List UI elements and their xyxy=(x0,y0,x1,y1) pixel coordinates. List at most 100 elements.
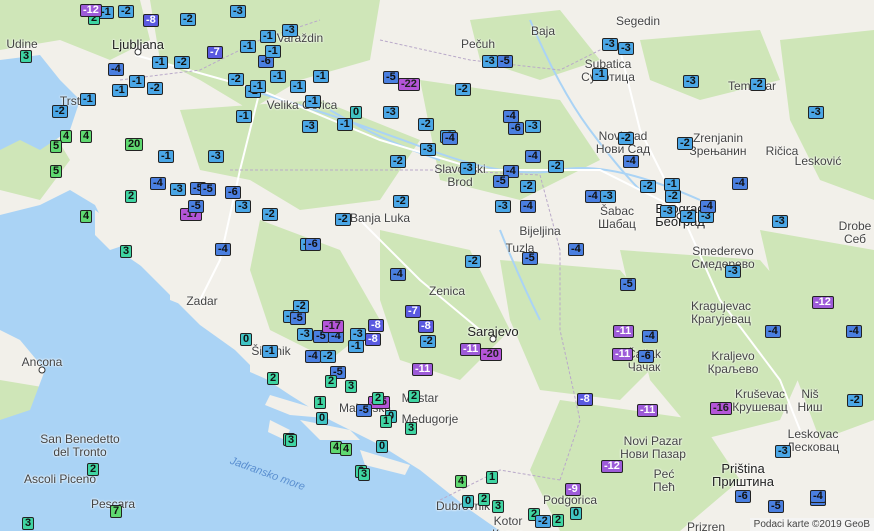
temperature-marker[interactable]: 1 xyxy=(486,471,499,484)
temperature-marker[interactable]: 3 xyxy=(492,500,505,513)
temperature-marker[interactable]: 3 xyxy=(285,434,298,447)
temperature-marker[interactable]: 0 xyxy=(316,412,329,425)
temperature-marker[interactable]: -8 xyxy=(143,14,159,27)
temperature-marker[interactable]: -1 xyxy=(236,110,252,123)
temperature-marker[interactable]: -2 xyxy=(180,13,196,26)
temperature-marker[interactable]: -7 xyxy=(207,46,223,59)
temperature-marker[interactable]: -2 xyxy=(665,190,681,203)
temperature-marker[interactable]: -11 xyxy=(613,325,635,338)
temperature-marker[interactable]: -8 xyxy=(368,319,384,332)
temperature-marker[interactable]: -5 xyxy=(188,200,204,213)
temperature-marker[interactable]: -4 xyxy=(150,177,166,190)
temperature-marker[interactable]: -2 xyxy=(393,195,409,208)
temperature-marker[interactable]: -2 xyxy=(52,105,68,118)
temperature-marker[interactable]: -3 xyxy=(282,24,298,37)
temperature-marker[interactable]: -11 xyxy=(637,404,659,417)
temperature-marker[interactable]: -5 xyxy=(620,278,636,291)
temperature-marker[interactable]: -3 xyxy=(602,38,618,51)
temperature-marker[interactable]: -1 xyxy=(290,80,306,93)
temperature-marker[interactable]: -2 xyxy=(262,208,278,221)
temperature-marker[interactable]: -4 xyxy=(215,243,231,256)
temperature-marker[interactable]: -2 xyxy=(420,335,436,348)
temperature-marker[interactable]: -2 xyxy=(465,255,481,268)
temperature-marker[interactable]: -7 xyxy=(405,305,421,318)
temperature-marker[interactable]: -3 xyxy=(230,5,246,18)
temperature-marker[interactable]: 20 xyxy=(125,138,144,151)
temperature-marker[interactable]: -12 xyxy=(601,460,623,473)
temperature-marker[interactable]: -3 xyxy=(235,200,251,213)
temperature-marker[interactable]: -17 xyxy=(322,320,344,333)
temperature-marker[interactable]: -6 xyxy=(225,186,241,199)
temperature-marker[interactable]: 1 xyxy=(314,396,327,409)
temperature-marker[interactable]: -5 xyxy=(290,312,306,325)
temperature-marker[interactable]: -2 xyxy=(750,78,766,91)
temperature-marker[interactable]: -2 xyxy=(535,515,551,528)
temperature-marker[interactable]: -5 xyxy=(493,175,509,188)
temperature-marker[interactable]: -3 xyxy=(808,106,824,119)
temperature-marker[interactable]: -4 xyxy=(520,200,536,213)
temperature-marker[interactable]: -2 xyxy=(520,180,536,193)
temperature-marker[interactable]: -20 xyxy=(480,348,502,361)
temperature-marker[interactable]: -1 xyxy=(348,340,364,353)
temperature-marker[interactable]: -3 xyxy=(618,42,634,55)
temperature-marker[interactable]: -6 xyxy=(305,238,321,251)
temperature-marker[interactable]: 3 xyxy=(120,245,133,258)
temperature-marker[interactable]: -3 xyxy=(302,120,318,133)
temperature-marker[interactable]: -3 xyxy=(297,328,313,341)
temperature-marker[interactable]: -8 xyxy=(418,320,434,333)
temperature-marker[interactable]: -1 xyxy=(158,150,174,163)
temperature-marker[interactable]: -2 xyxy=(320,350,336,363)
temperature-marker[interactable]: -1 xyxy=(270,70,286,83)
temperature-marker[interactable]: -2 xyxy=(418,118,434,131)
temperature-marker[interactable]: -1 xyxy=(260,30,276,43)
temperature-marker[interactable]: -5 xyxy=(356,404,372,417)
temperature-marker[interactable]: -8 xyxy=(365,333,381,346)
temperature-marker[interactable]: -8 xyxy=(577,393,593,406)
weather-map[interactable]: Udine Ljubljana Trst Pečuh Baja Segedin Subati… xyxy=(0,0,874,531)
temperature-marker[interactable]: 2 xyxy=(267,372,280,385)
temperature-marker[interactable]: -2 xyxy=(618,132,634,145)
temperature-marker[interactable]: 5 xyxy=(50,165,63,178)
temperature-marker[interactable]: -12 xyxy=(80,4,102,17)
temperature-marker[interactable]: 3 xyxy=(358,468,371,481)
temperature-marker[interactable]: -16 xyxy=(710,402,732,415)
temperature-marker[interactable]: -4 xyxy=(108,63,124,76)
temperature-marker[interactable]: -3 xyxy=(725,265,741,278)
temperature-marker[interactable]: -1 xyxy=(250,80,266,93)
temperature-marker[interactable]: -4 xyxy=(732,177,748,190)
temperature-marker[interactable]: -4 xyxy=(305,350,321,363)
temperature-marker[interactable]: 3 xyxy=(405,422,418,435)
temperature-marker[interactable]: -2 xyxy=(390,155,406,168)
temperature-marker[interactable]: -1 xyxy=(592,68,608,81)
temperature-marker[interactable]: -3 xyxy=(208,150,224,163)
temperature-marker[interactable]: 4 xyxy=(80,210,93,223)
temperature-marker[interactable]: 2 xyxy=(372,392,385,405)
temperature-marker[interactable]: -3 xyxy=(460,162,476,175)
temperature-marker[interactable]: -2 xyxy=(640,180,656,193)
temperature-marker[interactable]: -2 xyxy=(147,82,163,95)
temperature-marker[interactable]: -1 xyxy=(305,95,321,108)
temperature-marker[interactable]: 0 xyxy=(376,440,389,453)
temperature-marker[interactable]: -5 xyxy=(383,71,399,84)
temperature-marker[interactable]: -1 xyxy=(152,56,168,69)
temperature-marker[interactable]: -2 xyxy=(335,213,351,226)
temperature-marker[interactable]: 3 xyxy=(22,517,35,530)
temperature-marker[interactable]: -1 xyxy=(80,93,96,106)
temperature-marker[interactable]: -9 xyxy=(565,483,581,496)
temperature-marker[interactable]: 2 xyxy=(478,493,491,506)
temperature-marker[interactable]: 3 xyxy=(20,50,33,63)
temperature-marker[interactable]: -2 xyxy=(118,5,134,18)
temperature-marker[interactable]: -5 xyxy=(200,183,216,196)
temperature-marker[interactable]: -6 xyxy=(508,122,524,135)
temperature-marker[interactable]: 0 xyxy=(350,106,363,119)
temperature-marker[interactable]: 0 xyxy=(240,333,253,346)
temperature-marker[interactable]: 2 xyxy=(87,463,100,476)
temperature-marker[interactable]: 4 xyxy=(455,475,468,488)
temperature-marker[interactable]: 5 xyxy=(50,140,63,153)
temperature-marker[interactable]: -22 xyxy=(398,78,420,91)
temperature-marker[interactable]: -5 xyxy=(768,500,784,513)
temperature-marker[interactable]: -1 xyxy=(262,345,278,358)
temperature-marker[interactable]: -12 xyxy=(812,296,834,309)
temperature-marker[interactable]: -3 xyxy=(775,445,791,458)
temperature-marker[interactable]: -3 xyxy=(420,143,436,156)
